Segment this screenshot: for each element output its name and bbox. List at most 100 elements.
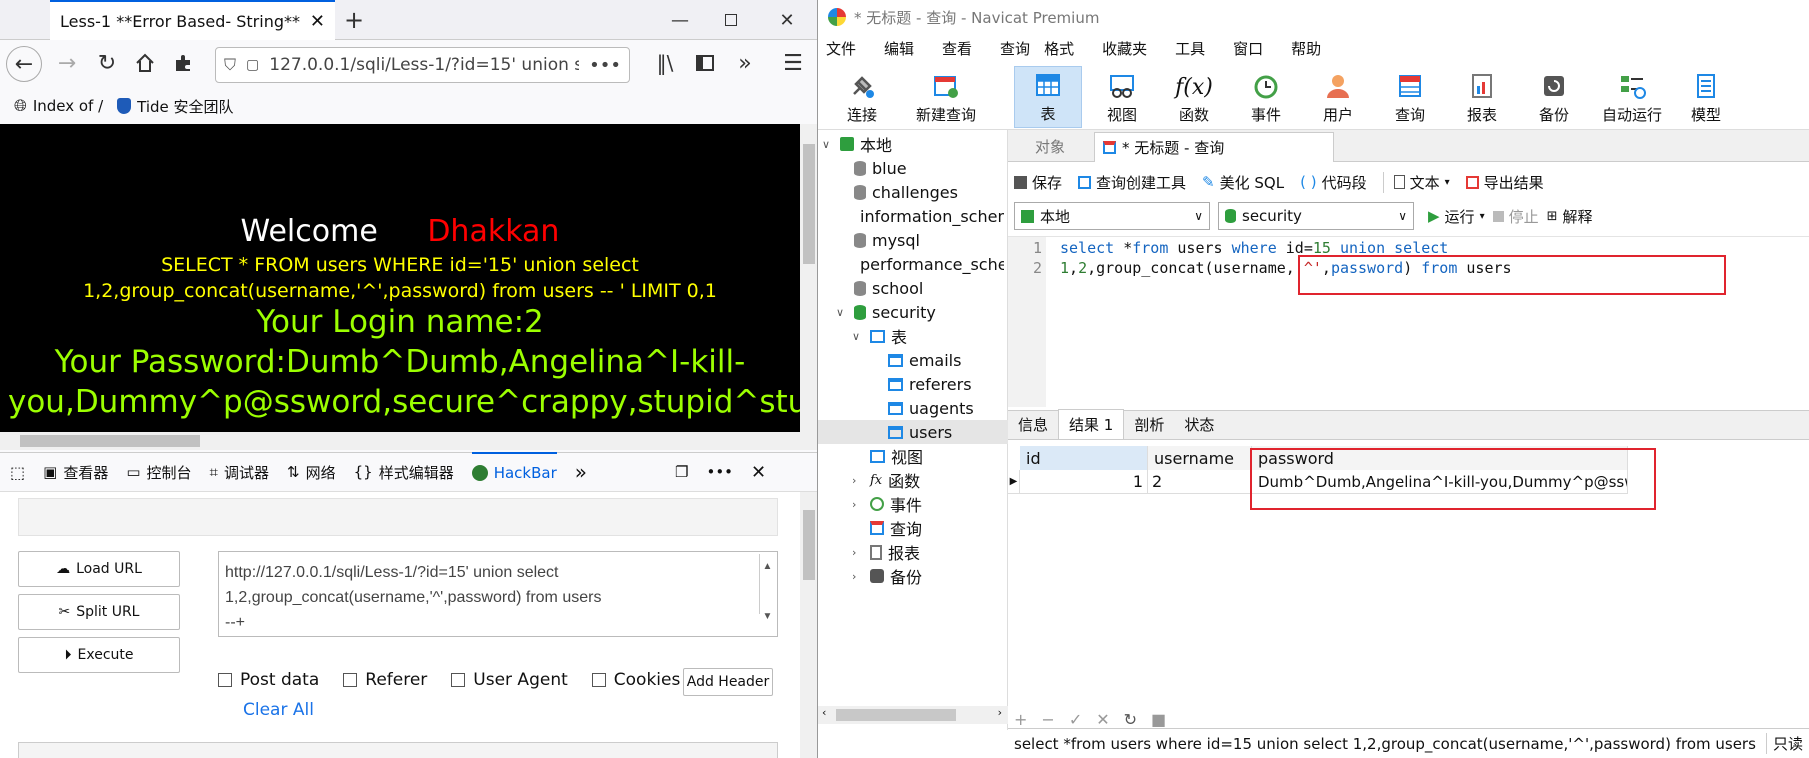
split-url-button[interactable]: ✂ Split URL bbox=[18, 594, 180, 630]
collapse-icon[interactable]: ∨ bbox=[836, 306, 848, 319]
tree-db-blue[interactable]: blue bbox=[854, 156, 907, 180]
tab-network[interactable]: ⇅ 网络 bbox=[287, 462, 336, 483]
tab-style-editor[interactable]: {} 样式编辑器 bbox=[354, 462, 454, 483]
shield-icon[interactable]: ⛉ bbox=[224, 55, 236, 75]
tree-backups[interactable]: › 备份 bbox=[852, 564, 922, 588]
query-builder-button[interactable]: 查询创建工具 bbox=[1078, 172, 1186, 193]
library-icon[interactable]: ‖\ bbox=[650, 48, 680, 78]
expand-icon[interactable]: › bbox=[852, 546, 864, 559]
extensions-icon[interactable] bbox=[168, 48, 198, 78]
tree-horizontal-scrollbar[interactable]: ‹ › bbox=[818, 706, 1008, 724]
close-devtools-icon[interactable]: ✕ bbox=[751, 462, 766, 483]
tree-db-information-schema[interactable]: information_schema bbox=[854, 204, 1004, 228]
menu-favorites[interactable]: 收藏夹 bbox=[1102, 38, 1147, 59]
user-agent-checkbox[interactable]: User Agent bbox=[451, 670, 568, 690]
page-actions-icon[interactable]: ••• bbox=[589, 55, 621, 76]
database-select[interactable]: security ∨ bbox=[1218, 202, 1414, 230]
beautify-sql-button[interactable]: ✎ 美化 SQL bbox=[1202, 172, 1284, 193]
column-header-username[interactable]: username bbox=[1148, 446, 1252, 470]
minimize-icon[interactable]: — bbox=[665, 6, 695, 34]
tab-query[interactable]: * 无标题 - 查询 bbox=[1094, 132, 1334, 162]
hackbar-scrollbar[interactable] bbox=[800, 492, 817, 758]
tab-info[interactable]: 信息 bbox=[1008, 410, 1058, 439]
textarea-scrollbar[interactable]: ▲ ▼ bbox=[759, 554, 775, 622]
tab-inspector[interactable]: ▣ 查看器 bbox=[43, 462, 108, 483]
backup-button[interactable]: 备份 bbox=[1520, 66, 1588, 128]
add-header-button[interactable]: Add Header bbox=[683, 668, 773, 696]
code-snippet-button[interactable]: ( ) 代码段 bbox=[1300, 172, 1367, 193]
connection-select[interactable]: 本地 ∨ bbox=[1014, 202, 1210, 230]
menu-icon[interactable]: ☰ bbox=[778, 48, 808, 78]
column-header-id[interactable]: id bbox=[1020, 446, 1148, 470]
stop-icon[interactable]: ■ bbox=[1151, 710, 1166, 729]
text-button[interactable]: 文本 ▾ bbox=[1382, 171, 1450, 193]
collapse-icon[interactable]: ∨ bbox=[822, 138, 834, 151]
execute-button[interactable]: ⏵ Execute bbox=[18, 637, 180, 673]
query-button[interactable]: 查询 bbox=[1376, 66, 1444, 128]
tree-events[interactable]: › 事件 bbox=[852, 492, 922, 516]
tree-table-referers[interactable]: referers bbox=[888, 372, 972, 396]
picker-icon[interactable]: ⬚ bbox=[10, 463, 25, 482]
collapse-icon[interactable]: ∨ bbox=[852, 330, 864, 343]
menu-edit[interactable]: 编辑 bbox=[884, 38, 914, 59]
tree-table-uagents[interactable]: uagents bbox=[888, 396, 974, 420]
new-query-button[interactable]: 新建查询 bbox=[904, 66, 988, 128]
url-text[interactable]: 127.0.0.1/sqli/Less-1/?id=15' union s bbox=[269, 55, 579, 75]
tree-reports[interactable]: › 报表 bbox=[852, 540, 920, 564]
tab-result-1[interactable]: 结果 1 bbox=[1058, 409, 1125, 439]
automation-button[interactable]: 自动运行 bbox=[1592, 66, 1672, 128]
cell-username[interactable]: 2 bbox=[1148, 470, 1252, 494]
menu-help[interactable]: 帮助 bbox=[1291, 38, 1321, 59]
forward-icon[interactable]: → bbox=[52, 48, 82, 78]
expand-icon[interactable]: › bbox=[852, 474, 864, 487]
discard-icon[interactable]: ✕ bbox=[1096, 710, 1109, 729]
explain-button[interactable]: ⊞ 解释 bbox=[1547, 206, 1593, 227]
menu-file[interactable]: 文件 bbox=[826, 38, 856, 59]
tree-table-emails[interactable]: emails bbox=[888, 348, 961, 372]
model-button[interactable]: 模型 bbox=[1672, 66, 1740, 128]
page-vertical-scrollbar[interactable] bbox=[800, 124, 817, 450]
tree-functions[interactable]: › fx 函数 bbox=[852, 468, 920, 492]
tree-db-challenges[interactable]: challenges bbox=[854, 180, 958, 204]
tree-views[interactable]: 视图 bbox=[870, 444, 923, 468]
bookmark-tide[interactable]: Tide 安全团队 bbox=[117, 96, 234, 117]
export-result-button[interactable]: 导出结果 bbox=[1465, 172, 1544, 193]
clear-all-link[interactable]: Clear All bbox=[243, 700, 314, 720]
user-button[interactable]: 用户 bbox=[1304, 66, 1372, 128]
report-button[interactable]: 报表 bbox=[1448, 66, 1516, 128]
tab-status[interactable]: 状态 bbox=[1174, 410, 1224, 439]
tree-connection-local[interactable]: ∨ 本地 bbox=[822, 132, 892, 156]
tab-console[interactable]: ▭ 控制台 bbox=[126, 462, 191, 483]
table-button[interactable]: 表 bbox=[1014, 66, 1082, 128]
event-button[interactable]: 事件 bbox=[1232, 66, 1300, 128]
apply-icon[interactable]: ✓ bbox=[1069, 710, 1082, 729]
tab-profile[interactable]: 剖析 bbox=[1124, 410, 1174, 439]
add-row-icon[interactable]: + bbox=[1014, 710, 1027, 729]
menu-format[interactable]: 格式 bbox=[1044, 38, 1074, 59]
tree-db-school[interactable]: school bbox=[854, 276, 923, 300]
close-window-icon[interactable]: ✕ bbox=[772, 6, 802, 34]
close-tab-icon[interactable]: ✕ bbox=[310, 11, 325, 32]
more-tabs-icon[interactable]: » bbox=[575, 460, 587, 484]
browser-tab[interactable]: Less-1 **Error Based- String** ✕ bbox=[50, 0, 335, 40]
dock-icon[interactable]: ❐ bbox=[675, 463, 688, 481]
options-icon[interactable]: ••• bbox=[706, 463, 733, 481]
hackbar-url-textarea[interactable]: http://127.0.0.1/sqli/Less-1/?id=15' uni… bbox=[218, 551, 778, 637]
tree-tables-group[interactable]: ∨ 表 bbox=[852, 324, 907, 348]
cell-id[interactable]: 1 bbox=[1020, 470, 1148, 494]
post-data-checkbox[interactable]: Post data bbox=[218, 670, 319, 690]
view-button[interactable]: 视图 bbox=[1088, 66, 1156, 128]
tree-db-mysql[interactable]: mysql bbox=[854, 228, 920, 252]
menu-window[interactable]: 窗口 bbox=[1233, 38, 1263, 59]
back-icon[interactable]: ← bbox=[6, 46, 42, 82]
sql-editor[interactable]: 1 2 select *from users where id=15 union… bbox=[1008, 236, 1809, 407]
expand-icon[interactable]: › bbox=[852, 570, 864, 583]
tab-objects[interactable]: 对象 bbox=[1008, 130, 1092, 162]
new-tab-icon[interactable]: + bbox=[340, 6, 368, 34]
sidebar-icon[interactable] bbox=[690, 48, 720, 78]
bookmark-index[interactable]: 🌐︎ Index of / bbox=[14, 96, 103, 116]
menu-view[interactable]: 查看 bbox=[942, 38, 972, 59]
tree-queries[interactable]: 查询 bbox=[870, 516, 922, 540]
reload-icon[interactable]: ↻ bbox=[92, 48, 122, 78]
stop-button[interactable]: 停止 bbox=[1492, 206, 1539, 227]
